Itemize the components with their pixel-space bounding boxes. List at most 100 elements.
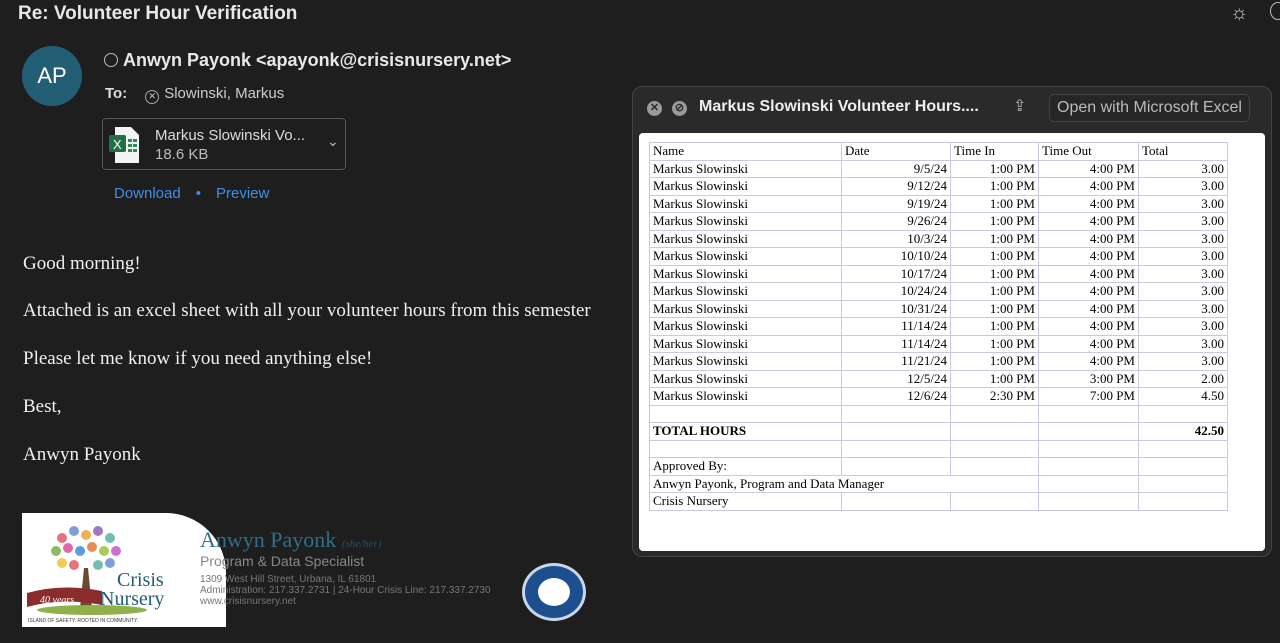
table-cell[interactable]: 3.00 — [1138, 194, 1228, 213]
table-cell[interactable] — [1038, 439, 1139, 458]
table-cell[interactable]: Markus Slowinski — [649, 229, 842, 248]
table-cell[interactable]: 10/24/24 — [841, 282, 951, 301]
table-cell[interactable]: Markus Slowinski — [649, 212, 842, 231]
table-cell[interactable]: 3.00 — [1138, 299, 1228, 318]
table-cell[interactable]: 3.00 — [1138, 352, 1228, 371]
table-cell[interactable] — [1038, 422, 1139, 441]
table-cell[interactable]: Anwyn Payonk, Program and Data Manager — [649, 474, 1039, 493]
table-cell[interactable]: Date — [841, 142, 951, 161]
table-cell[interactable]: 9/12/24 — [841, 177, 951, 196]
table-cell[interactable]: 1:00 PM — [950, 212, 1039, 231]
table-cell[interactable]: 4:00 PM — [1038, 247, 1139, 266]
attachment-card[interactable]: X Markus Slowinski Vo... 18.6 KB ⌄ — [102, 118, 346, 170]
table-cell[interactable]: 10/10/24 — [841, 247, 951, 266]
table-cell[interactable]: 2:30 PM — [950, 387, 1039, 406]
table-cell[interactable] — [950, 422, 1039, 441]
table-cell[interactable] — [1038, 474, 1139, 493]
table-cell[interactable]: 11/14/24 — [841, 334, 951, 353]
table-cell[interactable]: 2.00 — [1138, 369, 1228, 388]
table-cell[interactable]: 7:00 PM — [1038, 387, 1139, 406]
table-cell[interactable] — [841, 439, 951, 458]
table-cell[interactable]: 3.00 — [1138, 177, 1228, 196]
table-cell[interactable]: Markus Slowinski — [649, 317, 842, 336]
unread-circle-icon[interactable] — [104, 53, 118, 67]
table-cell[interactable]: 11/14/24 — [841, 317, 951, 336]
table-cell[interactable]: 4:00 PM — [1038, 229, 1139, 248]
table-cell[interactable]: 4:00 PM — [1038, 194, 1139, 213]
table-cell[interactable] — [950, 439, 1039, 458]
table-cell[interactable]: 4:00 PM — [1038, 212, 1139, 231]
table-cell[interactable] — [841, 457, 951, 476]
table-cell[interactable]: 1:00 PM — [950, 317, 1039, 336]
open-with-excel-button[interactable]: Open with Microsoft Excel — [1049, 94, 1250, 122]
table-cell[interactable]: 4:00 PM — [1038, 159, 1139, 178]
table-cell[interactable]: 1:00 PM — [950, 264, 1039, 283]
sender[interactable]: Anwyn Payonk <apayonk@crisisnursery.net> — [104, 50, 511, 71]
table-cell[interactable]: 42.50 — [1138, 422, 1228, 441]
table-cell[interactable]: 1:00 PM — [950, 282, 1039, 301]
table-cell[interactable]: 4:00 PM — [1038, 264, 1139, 283]
table-cell[interactable] — [649, 439, 842, 458]
table-cell[interactable]: 10/17/24 — [841, 264, 951, 283]
table-cell[interactable]: Markus Slowinski — [649, 282, 842, 301]
table-cell[interactable] — [950, 404, 1039, 423]
table-cell[interactable]: 1:00 PM — [950, 299, 1039, 318]
table-cell[interactable] — [1138, 492, 1228, 511]
table-cell[interactable]: 4:00 PM — [1038, 317, 1139, 336]
table-cell[interactable]: Markus Slowinski — [649, 369, 842, 388]
preview-link[interactable]: Preview — [216, 185, 269, 202]
close-icon[interactable]: ✕ — [647, 101, 662, 116]
table-cell[interactable] — [1138, 439, 1228, 458]
table-cell[interactable]: 12/6/24 — [841, 387, 951, 406]
table-cell[interactable]: Total — [1138, 142, 1228, 161]
table-cell[interactable]: Name — [649, 142, 842, 161]
table-cell[interactable]: 1:00 PM — [950, 194, 1039, 213]
table-cell[interactable] — [1038, 492, 1139, 511]
table-cell[interactable] — [841, 492, 951, 511]
download-link[interactable]: Download — [114, 185, 181, 202]
table-cell[interactable] — [841, 422, 951, 441]
table-cell[interactable]: 1:00 PM — [950, 247, 1039, 266]
table-cell[interactable]: Markus Slowinski — [649, 264, 842, 283]
recipient[interactable]: Slowinski, Markus — [164, 85, 284, 102]
table-cell[interactable]: 11/21/24 — [841, 352, 951, 371]
table-cell[interactable]: 1:00 PM — [950, 159, 1039, 178]
table-cell[interactable]: 1:00 PM — [950, 177, 1039, 196]
table-cell[interactable]: Markus Slowinski — [649, 247, 842, 266]
table-cell[interactable]: Markus Slowinski — [649, 299, 842, 318]
table-cell[interactable]: 12/5/24 — [841, 369, 951, 388]
table-cell[interactable]: Markus Slowinski — [649, 177, 842, 196]
table-cell[interactable]: 3.00 — [1138, 159, 1228, 178]
table-cell[interactable]: Approved By: — [649, 457, 842, 476]
table-cell[interactable]: 10/3/24 — [841, 229, 951, 248]
table-cell[interactable] — [1138, 404, 1228, 423]
table-cell[interactable]: 1:00 PM — [950, 229, 1039, 248]
table-cell[interactable]: Markus Slowinski — [649, 159, 842, 178]
table-cell[interactable]: Time In — [950, 142, 1039, 161]
table-cell[interactable]: 1:00 PM — [950, 334, 1039, 353]
table-cell[interactable]: 3:00 PM — [1038, 369, 1139, 388]
table-cell[interactable]: 3.00 — [1138, 264, 1228, 283]
brightness-icon[interactable]: ☼ — [1230, 2, 1248, 25]
chevron-down-icon[interactable]: ⌄ — [327, 133, 339, 150]
table-cell[interactable]: 1:00 PM — [950, 369, 1039, 388]
fullscreen-icon[interactable]: ⊘ — [672, 101, 687, 116]
table-cell[interactable]: 3.00 — [1138, 317, 1228, 336]
table-cell[interactable] — [950, 492, 1039, 511]
remove-recipient-icon[interactable]: ✕ — [145, 90, 160, 104]
table-cell[interactable]: 4:00 PM — [1038, 282, 1139, 301]
table-cell[interactable] — [1138, 474, 1228, 493]
table-cell[interactable] — [649, 404, 842, 423]
table-cell[interactable]: Crisis Nursery — [649, 492, 842, 511]
table-cell[interactable]: 9/19/24 — [841, 194, 951, 213]
table-cell[interactable]: 3.00 — [1138, 229, 1228, 248]
table-cell[interactable]: Markus Slowinski — [649, 387, 842, 406]
table-cell[interactable]: TOTAL HOURS — [649, 422, 842, 441]
table-cell[interactable]: 3.00 — [1138, 212, 1228, 231]
table-cell[interactable] — [1138, 457, 1228, 476]
table-cell[interactable]: 4:00 PM — [1038, 334, 1139, 353]
table-cell[interactable]: Markus Slowinski — [649, 334, 842, 353]
table-cell[interactable] — [1038, 457, 1139, 476]
table-cell[interactable]: 3.00 — [1138, 334, 1228, 353]
table-cell[interactable] — [950, 457, 1039, 476]
